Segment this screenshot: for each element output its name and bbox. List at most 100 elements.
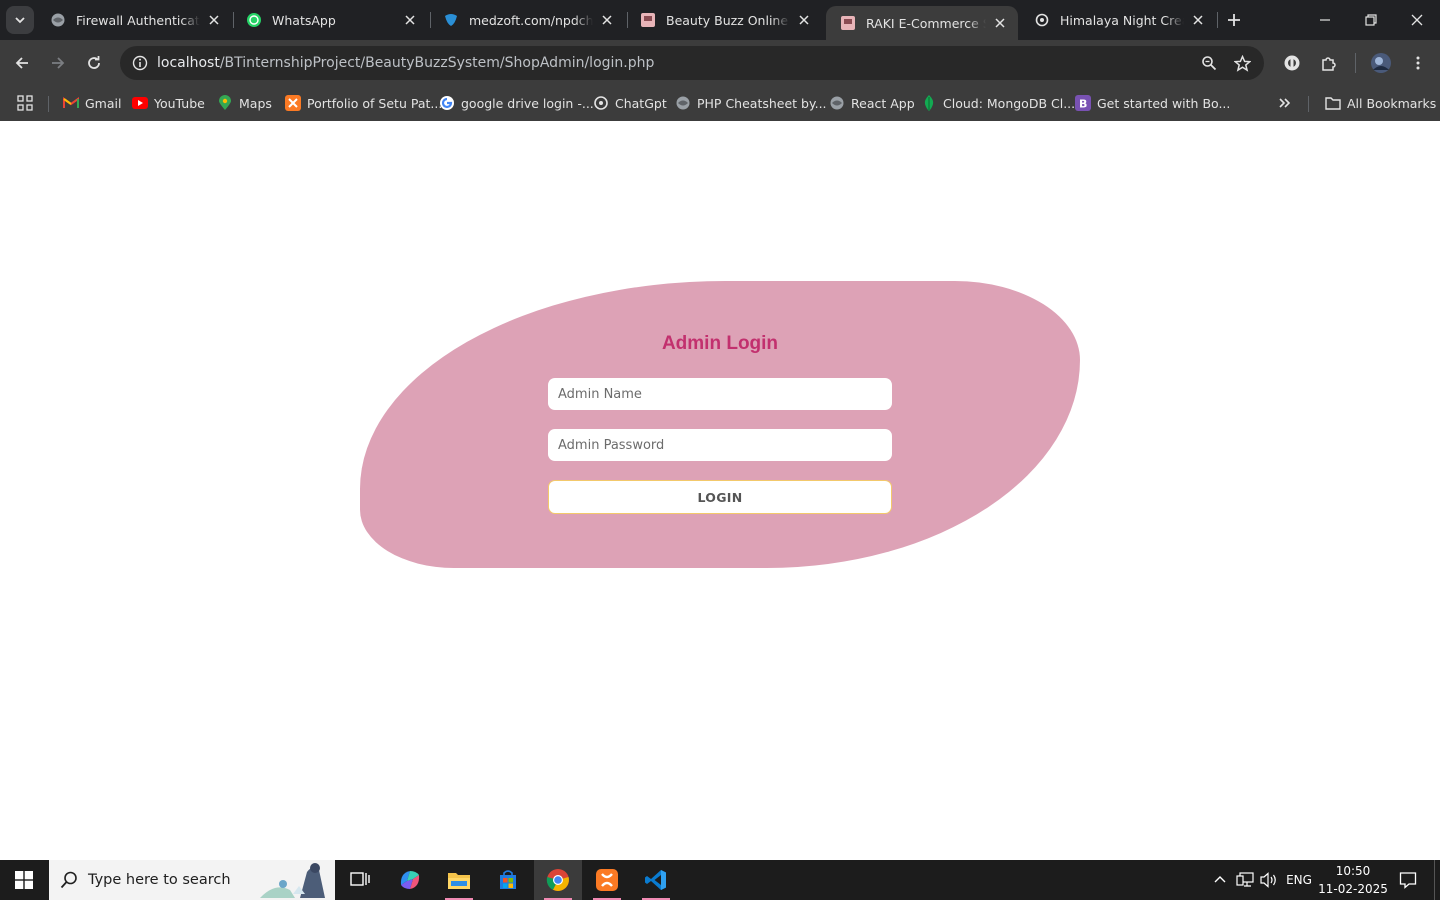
- url-path: /BTinternshipProject/BeautyBuzzSystem/Sh…: [219, 55, 655, 71]
- minimize-icon: [1320, 19, 1330, 21]
- tab-search-button[interactable]: [6, 6, 34, 34]
- chevron-down-icon: [15, 17, 25, 24]
- tab-title: Himalaya Night Cream: [1060, 12, 1184, 28]
- restore-button[interactable]: [1348, 0, 1394, 40]
- show-desktop-button[interactable]: [1434, 860, 1440, 900]
- back-button[interactable]: [8, 49, 36, 77]
- openai-icon: [1034, 12, 1050, 28]
- url-text[interactable]: localhost/BTinternshipProject/BeautyBuzz…: [157, 46, 654, 80]
- extension-circle-icon: [1284, 55, 1300, 71]
- close-icon[interactable]: [402, 12, 418, 28]
- input-language-button[interactable]: ENG: [1284, 860, 1314, 900]
- notification-icon: [1399, 872, 1417, 889]
- vscode-app[interactable]: [632, 860, 680, 900]
- copilot-app[interactable]: [386, 860, 434, 900]
- bookmark-separator: [1308, 96, 1309, 112]
- bookmark-portfolio[interactable]: Portfolio of Setu Pat...: [285, 90, 442, 116]
- login-button[interactable]: LOGIN: [548, 480, 892, 514]
- bookmark-mongodb[interactable]: Cloud: MongoDB Cl...: [921, 90, 1075, 116]
- more-bookmarks-button[interactable]: [1278, 90, 1292, 116]
- bookmark-separator: [48, 96, 49, 112]
- tab-beauty-buzz[interactable]: Beauty Buzz Online Syst: [626, 0, 822, 40]
- new-tab-button[interactable]: [1222, 8, 1246, 32]
- close-icon[interactable]: [1190, 12, 1206, 28]
- zoom-icon[interactable]: [1197, 51, 1221, 75]
- plus-icon: [1228, 14, 1240, 26]
- folder-icon: [448, 873, 470, 889]
- admin-name-input[interactable]: [548, 378, 892, 410]
- bookmark-php-cheatsheet[interactable]: PHP Cheatsheet by...: [675, 90, 827, 116]
- bookmark-label: Maps: [239, 95, 272, 111]
- close-icon[interactable]: [796, 12, 812, 28]
- forward-button[interactable]: [44, 49, 72, 77]
- browser-menu-button[interactable]: [1404, 49, 1432, 77]
- bookmark-label: Cloud: MongoDB Cl...: [943, 95, 1076, 111]
- tab-whatsapp[interactable]: WhatsApp: [232, 0, 428, 40]
- tab-separator: [1217, 12, 1218, 28]
- notifications-button[interactable]: [1394, 860, 1422, 900]
- tab-title: Firewall Authentication: [76, 12, 200, 28]
- xampp-app[interactable]: [583, 860, 631, 900]
- avatar-icon: [1371, 53, 1391, 73]
- show-hidden-icons-button[interactable]: [1208, 860, 1232, 900]
- microsoft-store-app[interactable]: [484, 860, 532, 900]
- file-explorer-app[interactable]: [435, 860, 483, 900]
- all-bookmarks-button[interactable]: All Bookmarks: [1325, 90, 1436, 116]
- tab-medzoft[interactable]: medzoft.com/npdch/Vis: [429, 0, 625, 40]
- extensions-menu-button[interactable]: [1315, 49, 1343, 77]
- medzoft-icon: [443, 12, 459, 28]
- page-icon: [840, 15, 856, 31]
- profile-avatar[interactable]: [1367, 49, 1395, 77]
- star-icon[interactable]: [1230, 51, 1254, 75]
- tab-firewall[interactable]: Firewall Authentication: [36, 0, 232, 40]
- tab-raki-ecommerce[interactable]: RAKI E-Commerce Shop: [826, 6, 1018, 40]
- network-button[interactable]: [1233, 860, 1257, 900]
- bookmark-maps[interactable]: Maps: [217, 90, 272, 116]
- vscode-icon: [645, 870, 666, 890]
- bookmark-label: Gmail: [85, 95, 122, 111]
- task-view-button[interactable]: [336, 860, 384, 900]
- bookmark-gmail[interactable]: Gmail: [63, 90, 121, 116]
- site-info-icon[interactable]: [128, 51, 152, 75]
- kebab-menu-icon: [1416, 56, 1420, 70]
- youtube-icon: [132, 95, 148, 111]
- reload-button[interactable]: [80, 49, 108, 77]
- bookmark-youtube[interactable]: YouTube: [132, 90, 205, 116]
- network-icon: [1236, 872, 1254, 887]
- bookmark-label: google drive login -...: [461, 95, 594, 111]
- globe-icon: [829, 95, 845, 111]
- url-host: localhost: [157, 55, 220, 71]
- close-icon[interactable]: [992, 15, 1008, 31]
- speaker-icon: [1260, 872, 1276, 888]
- bookmark-label: PHP Cheatsheet by...: [697, 95, 827, 111]
- minimize-button[interactable]: [1302, 0, 1348, 40]
- store-icon: [500, 870, 516, 889]
- tab-himalaya[interactable]: Himalaya Night Cream: [1020, 0, 1216, 40]
- volume-button[interactable]: [1257, 860, 1281, 900]
- browser-toolbar: localhost/BTinternshipProject/BeautyBuzz…: [0, 40, 1440, 86]
- chrome-app[interactable]: [534, 860, 582, 900]
- bookmark-react-app[interactable]: React App: [829, 90, 915, 116]
- chrome-icon: [546, 869, 569, 891]
- page-content: Admin Login LOGIN: [0, 121, 1440, 860]
- bookmark-label: Portfolio of Setu Pat...: [307, 95, 443, 111]
- address-bar[interactable]: localhost/BTinternshipProject/BeautyBuzz…: [120, 46, 1264, 80]
- bookmark-bootstrap[interactable]: B Get started with Bo...: [1075, 90, 1230, 116]
- arrow-right-icon: [52, 57, 65, 69]
- apps-button[interactable]: [17, 90, 33, 116]
- taskbar-clock[interactable]: 10:50 11-02-2025: [1318, 862, 1388, 898]
- close-icon: [1411, 14, 1423, 26]
- extension-button[interactable]: [1278, 49, 1306, 77]
- task-view-icon: [350, 872, 370, 886]
- bookmark-google-drive[interactable]: google drive login -...: [439, 90, 594, 116]
- bookmark-chatgpt[interactable]: ChatGpt: [593, 90, 667, 116]
- reload-icon: [88, 56, 100, 69]
- close-icon[interactable]: [206, 12, 222, 28]
- start-button[interactable]: [0, 860, 48, 900]
- svg-text:B: B: [1079, 98, 1087, 111]
- close-icon[interactable]: [599, 12, 615, 28]
- admin-password-input[interactable]: [548, 429, 892, 461]
- close-window-button[interactable]: [1394, 0, 1440, 40]
- taskbar-search[interactable]: Type here to search: [49, 860, 335, 900]
- bookmark-label: ChatGpt: [615, 95, 667, 111]
